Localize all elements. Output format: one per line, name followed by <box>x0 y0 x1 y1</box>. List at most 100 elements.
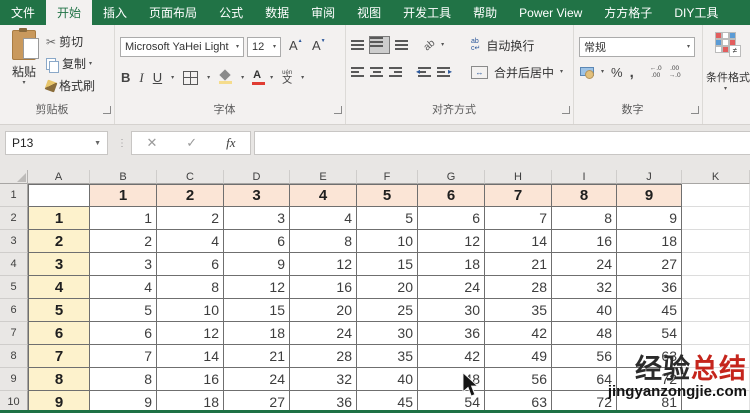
dialog-launcher-icon[interactable] <box>334 106 342 114</box>
dialog-launcher-icon[interactable] <box>103 106 111 114</box>
enter-icon[interactable]: ✓ <box>186 135 197 151</box>
cell-C7[interactable]: 12 <box>157 322 224 345</box>
tab-开发工具[interactable]: 开发工具 <box>392 0 462 25</box>
align-middle-button[interactable] <box>370 37 389 53</box>
conditional-formatting-button[interactable]: ≠ <box>715 32 736 53</box>
merge-center-button[interactable]: ↔ 合并后居中 ▾ <box>471 62 563 82</box>
format-painter-button[interactable]: 格式刷 <box>46 77 95 94</box>
cell-D8[interactable]: 21 <box>224 345 290 368</box>
cell-D9[interactable]: 24 <box>224 368 290 391</box>
cell-I6[interactable]: 40 <box>552 299 617 322</box>
row-header-9[interactable]: 9 <box>0 368 28 391</box>
cell-H7[interactable]: 42 <box>485 322 552 345</box>
chevron-down-icon[interactable]: ▾ <box>724 86 727 92</box>
cell-K4[interactable] <box>682 253 750 276</box>
borders-button[interactable] <box>183 71 198 85</box>
dialog-launcher-icon[interactable] <box>691 106 699 114</box>
chevron-down-icon[interactable]: ▾ <box>270 75 273 81</box>
col-header-B[interactable]: B <box>90 170 157 184</box>
cell-D1[interactable]: 3 <box>224 184 290 207</box>
cell-J1[interactable]: 9 <box>617 184 682 207</box>
cell-J5[interactable]: 36 <box>617 276 682 299</box>
cell-C5[interactable]: 8 <box>157 276 224 299</box>
cell-A3[interactable]: 2 <box>28 230 90 253</box>
align-right-button[interactable] <box>389 67 402 77</box>
cell-G8[interactable]: 42 <box>418 345 485 368</box>
cell-J2[interactable]: 9 <box>617 207 682 230</box>
cell-H3[interactable]: 14 <box>485 230 552 253</box>
cell-F5[interactable]: 20 <box>357 276 418 299</box>
cell-I4[interactable]: 24 <box>552 253 617 276</box>
cell-E6[interactable]: 20 <box>290 299 357 322</box>
cell-E2[interactable]: 4 <box>290 207 357 230</box>
cell-F1[interactable]: 5 <box>357 184 418 207</box>
cell-H4[interactable]: 21 <box>485 253 552 276</box>
accounting-format-button[interactable] <box>580 66 594 79</box>
cell-K1[interactable] <box>682 184 750 207</box>
increase-indent-button[interactable]: ▸ <box>437 67 450 77</box>
cell-A5[interactable]: 4 <box>28 276 90 299</box>
cell-A4[interactable]: 3 <box>28 253 90 276</box>
tab-Power View[interactable]: Power View <box>508 0 593 25</box>
cell-D4[interactable]: 9 <box>224 253 290 276</box>
tab-审阅[interactable]: 审阅 <box>300 0 346 25</box>
chevron-down-icon[interactable]: ▾ <box>601 69 604 75</box>
cell-E8[interactable]: 28 <box>290 345 357 368</box>
cell-G4[interactable]: 18 <box>418 253 485 276</box>
cell-A7[interactable]: 6 <box>28 322 90 345</box>
cell-K3[interactable] <box>682 230 750 253</box>
cell-C8[interactable]: 14 <box>157 345 224 368</box>
row-header-3[interactable]: 3 <box>0 230 28 253</box>
tab-插入[interactable]: 插入 <box>92 0 138 25</box>
cell-F7[interactable]: 30 <box>357 322 418 345</box>
cell-F3[interactable]: 10 <box>357 230 418 253</box>
cell-H1[interactable]: 7 <box>485 184 552 207</box>
tab-方方格子[interactable]: 方方格子 <box>593 0 663 25</box>
col-header-H[interactable]: H <box>485 170 552 184</box>
decrease-indent-button[interactable]: ◂ <box>418 67 431 77</box>
cell-H9[interactable]: 56 <box>485 368 552 391</box>
increase-decimal-button[interactable]: ←.0 .00 <box>650 65 662 79</box>
row-header-5[interactable]: 5 <box>0 276 28 299</box>
copy-button[interactable]: 复制 ▾ <box>46 55 92 72</box>
cell-F8[interactable]: 35 <box>357 345 418 368</box>
cell-J4[interactable]: 27 <box>617 253 682 276</box>
tab-DIY工具[interactable]: DIY工具 <box>663 0 729 25</box>
phonetic-guide-button[interactable]: uén文 <box>282 70 292 86</box>
tab-开始[interactable]: 开始 <box>46 0 92 25</box>
cell-I3[interactable]: 16 <box>552 230 617 253</box>
formula-bar-handle[interactable]: ⋮ <box>117 138 126 149</box>
number-format-dropdown[interactable]: 常规 ▾ <box>579 37 695 57</box>
cell-C4[interactable]: 6 <box>157 253 224 276</box>
cell-I5[interactable]: 32 <box>552 276 617 299</box>
cell-G1[interactable]: 6 <box>418 184 485 207</box>
col-header-F[interactable]: F <box>357 170 418 184</box>
col-header-D[interactable]: D <box>224 170 290 184</box>
cell-H2[interactable]: 7 <box>485 207 552 230</box>
cell-A2[interactable]: 1 <box>28 207 90 230</box>
cell-K6[interactable] <box>682 299 750 322</box>
underline-button[interactable]: U <box>153 70 162 85</box>
fill-color-button[interactable] <box>219 71 232 84</box>
bold-button[interactable]: B <box>121 70 130 85</box>
cut-button[interactable]: ✂ 剪切 <box>46 33 83 50</box>
cell-G2[interactable]: 6 <box>418 207 485 230</box>
wrap-text-button[interactable]: ab c↵ 自动换行 <box>471 35 534 55</box>
formula-input[interactable] <box>254 131 750 155</box>
tab-视图[interactable]: 视图 <box>346 0 392 25</box>
cell-F4[interactable]: 15 <box>357 253 418 276</box>
cell-B1[interactable]: 1 <box>90 184 157 207</box>
chevron-down-icon[interactable]: ▾ <box>301 75 304 81</box>
row-header-7[interactable]: 7 <box>0 322 28 345</box>
col-header-G[interactable]: G <box>418 170 485 184</box>
cell-E9[interactable]: 32 <box>290 368 357 391</box>
cell-B5[interactable]: 4 <box>90 276 157 299</box>
orientation-button[interactable]: ab <box>422 37 438 53</box>
shrink-font-button[interactable]: A▼ <box>312 38 326 53</box>
chevron-down-icon[interactable]: ▾ <box>241 75 244 81</box>
chevron-down-icon[interactable]: ▾ <box>171 75 174 81</box>
cell-K7[interactable] <box>682 322 750 345</box>
cell-F6[interactable]: 25 <box>357 299 418 322</box>
cell-C1[interactable]: 2 <box>157 184 224 207</box>
tab-数据[interactable]: 数据 <box>254 0 300 25</box>
